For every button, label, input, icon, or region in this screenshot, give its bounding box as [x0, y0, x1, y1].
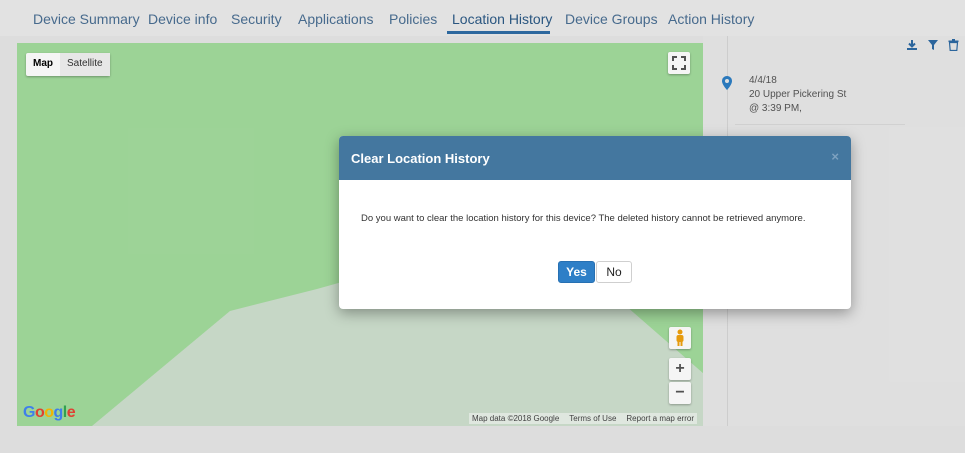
no-button[interactable]: No: [596, 261, 632, 283]
dialog-title: Clear Location History: [351, 151, 490, 166]
dialog-header: Clear Location History ×: [339, 136, 851, 180]
clear-history-dialog: Clear Location History × Do you want to …: [339, 136, 851, 309]
dialog-actions: Yes No: [558, 261, 632, 283]
dialog-message: Do you want to clear the location histor…: [361, 213, 806, 224]
yes-button[interactable]: Yes: [558, 261, 595, 283]
close-icon[interactable]: ×: [831, 149, 839, 164]
